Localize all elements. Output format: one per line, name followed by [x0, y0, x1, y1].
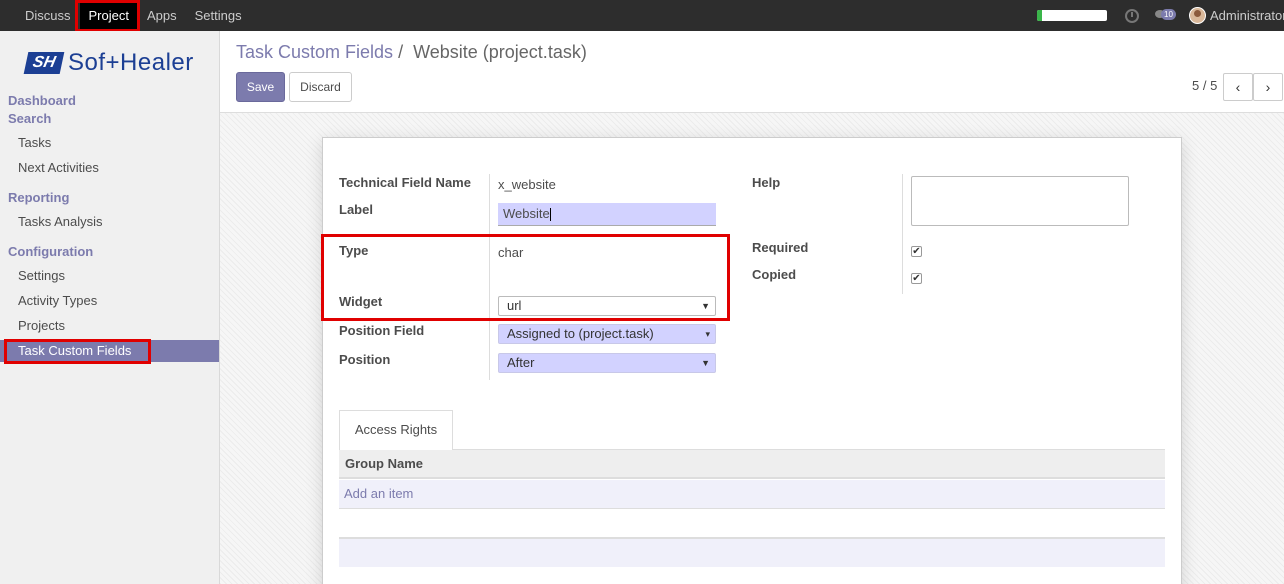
- type-label: Type: [339, 243, 369, 258]
- planner-progress-bar[interactable]: [1037, 10, 1107, 21]
- activity-clock-icon[interactable]: [1125, 8, 1139, 23]
- menu-apps[interactable]: Apps: [138, 0, 186, 31]
- position-select-value: After: [507, 355, 535, 370]
- sidebar-item-tasks-analysis[interactable]: Tasks Analysis: [18, 214, 103, 229]
- save-button[interactable]: Save: [236, 72, 285, 102]
- messaging-icon[interactable]: 10: [1155, 8, 1177, 23]
- add-an-item-link[interactable]: Add an item: [339, 480, 1165, 509]
- right-group-separator: [902, 174, 903, 294]
- top-navbar: Discuss Project Apps Settings 10 Adminis…: [0, 0, 1284, 31]
- logo-text: Sof+Healer: [68, 49, 194, 76]
- required-checkbox[interactable]: ✔: [911, 246, 922, 257]
- required-label: Required: [752, 240, 809, 255]
- systray: 10 Administrator: [1037, 0, 1284, 31]
- table-row: [339, 509, 1165, 538]
- position-label: Position: [339, 352, 391, 367]
- breadcrumb: Task Custom Fields / Website (project.ta…: [236, 42, 587, 63]
- sidebar-item-settings[interactable]: Settings: [18, 268, 65, 283]
- menu-discuss[interactable]: Discuss: [16, 0, 80, 31]
- technical-field-name-label: Technical Field Name: [339, 175, 471, 190]
- column-header-group-name[interactable]: Group Name: [339, 450, 1165, 479]
- sidebar-section-search: Search: [8, 111, 52, 126]
- tab-access-rights[interactable]: Access Rights: [339, 410, 453, 450]
- caret-down-icon: ▼: [701, 301, 710, 311]
- caret-down-icon: ▼: [701, 358, 710, 368]
- text-caret: [549, 208, 551, 222]
- softhealer-logo: SH Sof+Healer: [23, 49, 194, 77]
- caret-down-icon: ▾: [705, 329, 710, 339]
- sidebar-item-next-activities[interactable]: Next Activities: [18, 160, 99, 175]
- logo-mark-icon: SH: [23, 52, 65, 74]
- sidebar-item-projects[interactable]: Projects: [18, 318, 65, 333]
- breadcrumb-separator: /: [398, 42, 404, 62]
- widget-label: Widget: [339, 294, 383, 309]
- sidebar-item-task-custom-fields[interactable]: Task Custom Fields: [0, 340, 219, 362]
- chevron-left-icon: ‹: [1235, 79, 1241, 95]
- copied-checkbox[interactable]: ✔: [911, 273, 922, 284]
- user-menu[interactable]: Administrator: [1210, 8, 1284, 23]
- label-label: Label: [339, 202, 373, 217]
- user-avatar[interactable]: [1189, 7, 1206, 24]
- type-value: char: [498, 245, 524, 260]
- label-input-value: Website: [503, 206, 550, 221]
- form-sheet: Technical Field Name x_website Label Web…: [322, 137, 1182, 584]
- widget-select-value: url: [507, 298, 522, 313]
- sidebar-section-reporting: Reporting: [8, 190, 70, 205]
- technical-field-name-value: x_website: [498, 177, 556, 192]
- position-field-select[interactable]: Assigned to (project.task) ▾: [498, 324, 716, 344]
- chevron-right-icon: ›: [1265, 79, 1271, 95]
- app-menu: Discuss Project Apps Settings: [0, 0, 251, 31]
- menu-settings[interactable]: Settings: [186, 0, 251, 31]
- breadcrumb-parent-link[interactable]: Task Custom Fields: [236, 42, 393, 62]
- breadcrumb-current: Website (project.task): [413, 42, 587, 62]
- discard-button[interactable]: Discard: [289, 72, 352, 102]
- table-footer: [339, 538, 1165, 567]
- sidebar-section-configuration: Configuration: [8, 244, 94, 259]
- label-input[interactable]: Website: [498, 203, 716, 226]
- progress-fill: [1037, 10, 1042, 21]
- sidebar-item-activity-types[interactable]: Activity Types: [18, 293, 97, 308]
- position-select[interactable]: After ▼: [498, 353, 716, 373]
- help-textarea[interactable]: [911, 176, 1129, 226]
- widget-select[interactable]: url ▼: [498, 296, 716, 316]
- position-field-label: Position Field: [339, 323, 425, 338]
- pager-next-button[interactable]: ›: [1253, 73, 1283, 101]
- message-count-badge: 10: [1161, 8, 1176, 20]
- form-view: Technical Field Name x_website Label Web…: [220, 113, 1284, 584]
- left-group-separator: [489, 174, 490, 380]
- pager-previous-button[interactable]: ‹: [1223, 73, 1253, 101]
- pager-value[interactable]: 5 / 5: [1192, 78, 1217, 93]
- position-field-value: Assigned to (project.task): [507, 326, 654, 341]
- sidebar-item-tasks[interactable]: Tasks: [18, 135, 51, 150]
- copied-label: Copied: [752, 267, 797, 282]
- sidebar: SH Sof+Healer Dashboard Search Tasks Nex…: [0, 31, 220, 584]
- help-label: Help: [752, 175, 781, 190]
- menu-project[interactable]: Project: [79, 0, 138, 31]
- sidebar-section-dashboard[interactable]: Dashboard: [8, 93, 76, 108]
